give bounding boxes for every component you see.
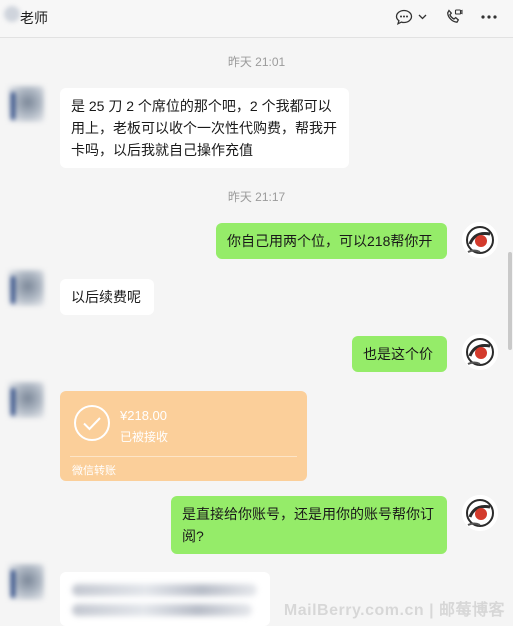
timestamp: 昨天 21:17 [227, 190, 286, 204]
watermark: MailBerry.com.cn | 邮莓博客 [283, 602, 505, 619]
check-circle-icon [74, 405, 110, 441]
transfer-amount: ¥218.00 [120, 408, 167, 423]
user-avatar[interactable] [462, 222, 498, 258]
contact-avatar[interactable] [8, 270, 44, 306]
redacted-message[interactable] [60, 572, 270, 626]
message-list[interactable]: 昨天 21:01 是 25 刀 2 个席位的那个吧，2 个我都可以用上，老板可以… [0, 38, 513, 626]
phone-video-icon[interactable] [443, 7, 465, 27]
message-bubble-incoming[interactable]: 以后续费呢 [60, 279, 154, 315]
transfer-card[interactable]: ¥218.00 已被接收 微信转账 [60, 391, 307, 481]
chat-title: 老师 [20, 10, 48, 26]
scrollbar[interactable] [508, 252, 512, 350]
contact-avatar[interactable] [4, 6, 20, 22]
contact-avatar[interactable] [8, 564, 44, 600]
message-bubble-outgoing[interactable]: 是直接给你账号，还是用你的账号帮你订阅? [171, 496, 447, 554]
user-avatar[interactable] [462, 495, 498, 531]
chat-header: 老师 [0, 0, 513, 38]
chevron-down-icon[interactable] [416, 7, 428, 27]
chat-bubble-icon[interactable] [393, 7, 415, 27]
transfer-label: 微信转账 [72, 465, 116, 477]
user-avatar[interactable] [462, 334, 498, 370]
divider [70, 456, 297, 457]
timestamp: 昨天 21:01 [227, 55, 286, 69]
message-bubble-incoming[interactable]: 是 25 刀 2 个席位的那个吧，2 个我都可以用上，老板可以收个一次性代购费，… [60, 88, 349, 168]
more-dots-icon[interactable] [478, 7, 500, 27]
contact-avatar[interactable] [8, 86, 44, 122]
message-bubble-outgoing[interactable]: 你自己用两个位，可以218帮你开 [216, 223, 447, 259]
transfer-status: 已被接收 [120, 430, 169, 444]
contact-avatar[interactable] [8, 382, 44, 418]
message-bubble-outgoing[interactable]: 也是这个价 [352, 336, 447, 372]
